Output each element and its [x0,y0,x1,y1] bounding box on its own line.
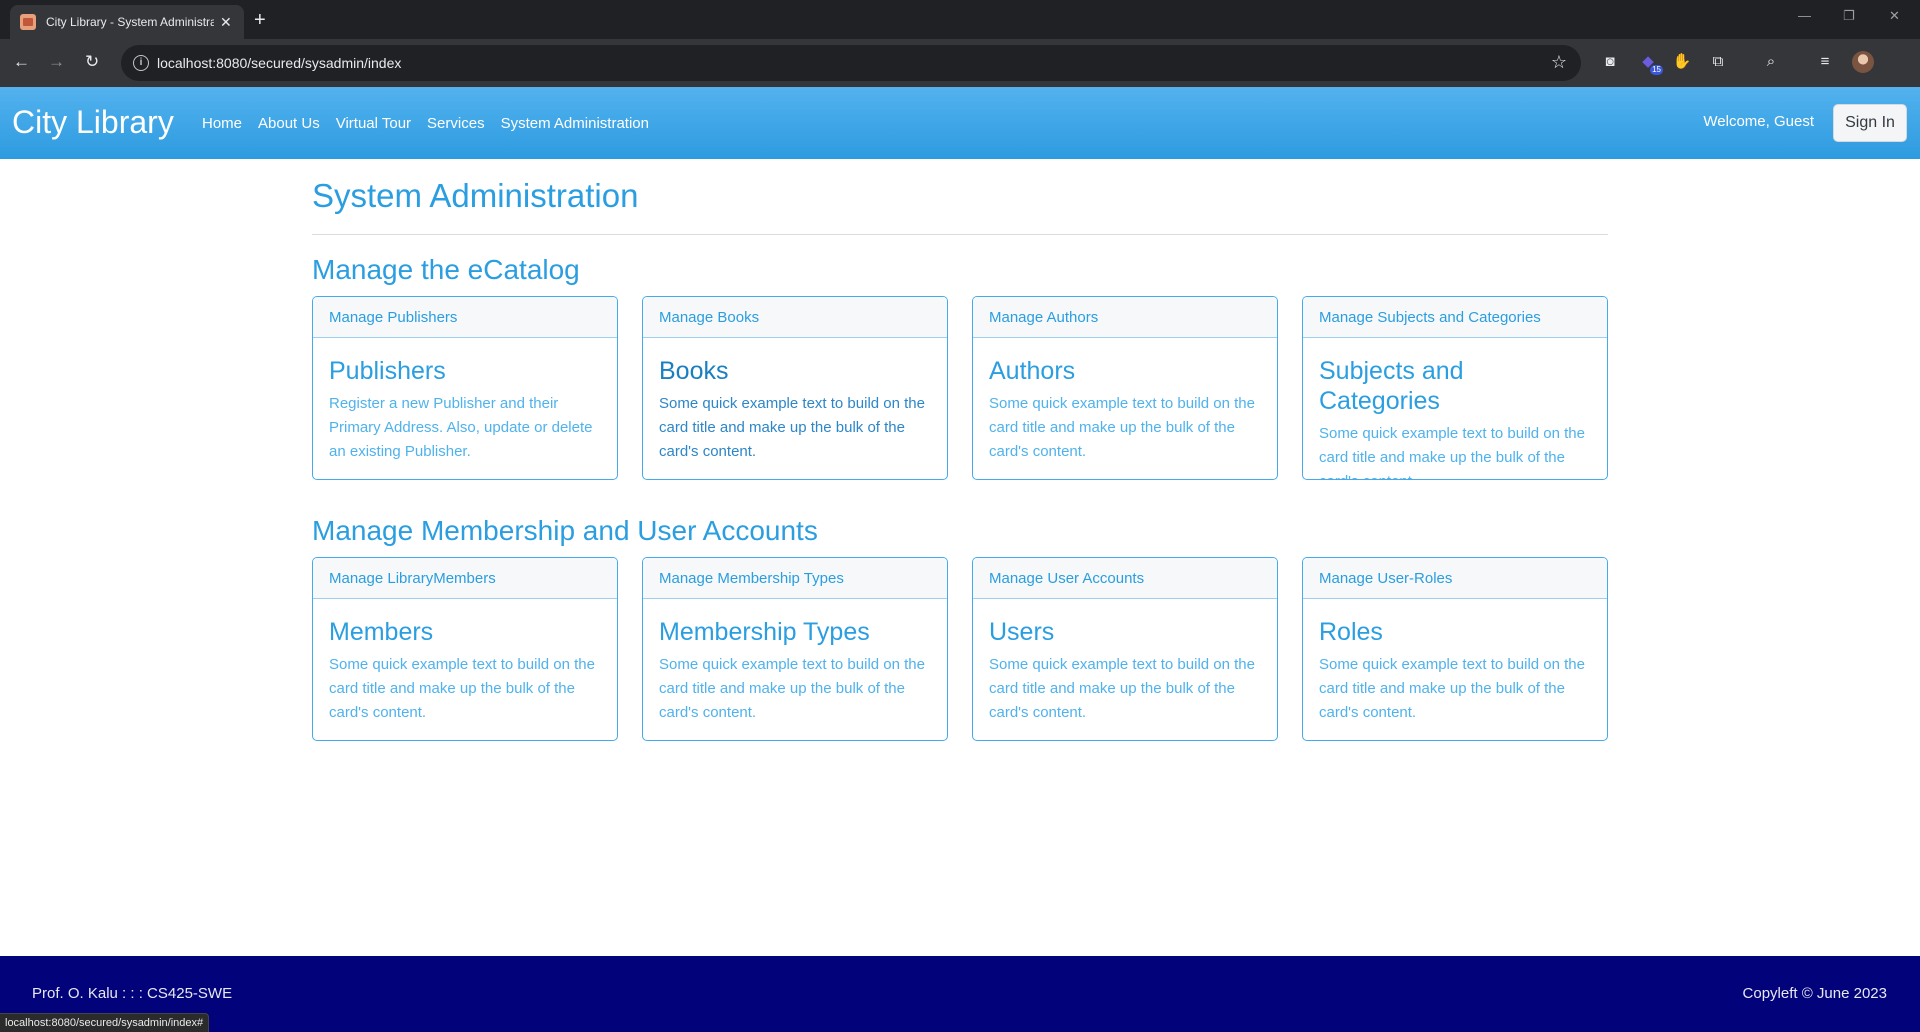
nav-system-administration[interactable]: System Administration [501,114,649,134]
card-title[interactable]: Users [989,617,1261,647]
card-text: Some quick example text to build on the … [659,395,925,460]
card-text: Some quick example text to build on the … [329,656,595,721]
card-members[interactable]: Manage LibraryMembers Members Some quick… [312,557,618,741]
card-title[interactable]: Roles [1319,617,1591,647]
screenshot-extension-icon[interactable]: ◙ [1599,51,1621,73]
browser-toolbar: ← → ↻ i localhost:8080/secured/sysadmin/… [0,39,1920,87]
welcome-text: Welcome, Guest [1703,113,1814,130]
nav-virtual-tour[interactable]: Virtual Tour [336,114,411,134]
browser-tab[interactable]: City Library - System Administration ✕ [10,5,244,39]
page-footer: Prof. O. Kalu : : : CS425-SWE Copyleft ©… [0,956,1920,1032]
card-publishers[interactable]: Manage Publishers Publishers Register a … [312,296,618,480]
main-content: System Administration Manage the eCatalo… [312,159,1608,741]
card-header[interactable]: Manage Authors [973,297,1277,338]
page-title: System Administration [312,177,639,214]
restore-icon[interactable]: ❐ [1843,8,1855,24]
brand-link[interactable]: City Library [12,100,174,144]
nav-services[interactable]: Services [427,114,485,134]
reading-list-icon[interactable]: ≡ [1814,51,1836,73]
section-title-ecatalog: Manage the eCatalog [312,254,580,285]
card-header[interactable]: Manage User-Roles [1303,558,1607,599]
card-body: Members Some quick example text to build… [313,599,617,725]
app-navbar: City Library Home About Us Virtual Tour … [0,87,1920,159]
card-text: Register a new Publisher and their Prima… [329,395,593,460]
badge-extension-icon[interactable]: ◆ 15 [1637,51,1663,75]
extensions-puzzle-icon[interactable]: ⧉ [1707,51,1729,73]
card-subjects-categories[interactable]: Manage Subjects and Categories Subjects … [1302,296,1608,480]
card-users[interactable]: Manage User Accounts Users Some quick ex… [972,557,1278,741]
card-header[interactable]: Manage LibraryMembers [313,558,617,599]
nav-home[interactable]: Home [202,114,242,134]
card-header[interactable]: Manage Subjects and Categories [1303,297,1607,338]
link-status-bar: localhost:8080/secured/sysadmin/index# [0,1013,210,1032]
tab-title: City Library - System Administration [46,15,214,29]
card-title[interactable]: Membership Types [659,617,931,647]
card-title[interactable]: Subjects and Categories [1319,356,1591,416]
card-text: Some quick example text to build on the … [659,656,925,721]
profile-avatar[interactable] [1852,51,1874,73]
card-text: Some quick example text to build on the … [1319,656,1585,721]
card-body: Books Some quick example text to build o… [643,338,947,464]
card-title[interactable]: Authors [989,356,1261,386]
back-arrow-icon[interactable]: ← [13,52,30,72]
card-body: Membership Types Some quick example text… [643,599,947,725]
card-body: Users Some quick example text to build o… [973,599,1277,725]
card-title[interactable]: Books [659,356,931,386]
tab-close-icon[interactable]: ✕ [220,14,232,31]
card-text: Some quick example text to build on the … [989,656,1255,721]
address-url[interactable]: localhost:8080/secured/sysadmin/index [157,55,401,71]
browser-tabstrip: City Library - System Administration ✕ +… [0,0,1920,39]
card-authors[interactable]: Manage Authors Authors Some quick exampl… [972,296,1278,480]
card-header[interactable]: Manage Publishers [313,297,617,338]
card-body: Publishers Register a new Publisher and … [313,338,617,464]
card-membership-types[interactable]: Manage Membership Types Membership Types… [642,557,948,741]
nav-about-us[interactable]: About Us [258,114,320,134]
window-close-icon[interactable]: ✕ [1889,8,1900,24]
card-body: Authors Some quick example text to build… [973,338,1277,464]
tab-search-icon[interactable]: ⌕ [1760,51,1782,73]
bookmark-star-icon[interactable]: ☆ [1551,52,1567,73]
card-text: Some quick example text to build on the … [1319,425,1585,479]
nav-links: Home About Us Virtual Tour Services Syst… [202,114,665,134]
section-title-membership: Manage Membership and User Accounts [312,515,818,546]
card-header[interactable]: Manage Membership Types [643,558,947,599]
footer-copyleft: Copyleft © June 2023 [1742,985,1887,1002]
new-tab-button[interactable]: + [254,9,266,31]
card-header[interactable]: Manage User Accounts [973,558,1277,599]
footer-author: Prof. O. Kalu : : : CS425-SWE [32,985,233,1002]
card-books[interactable]: Manage Books Books Some quick example te… [642,296,948,480]
extension-badge-count: 15 [1650,65,1663,75]
address-bar[interactable]: i localhost:8080/secured/sysadmin/index … [121,45,1581,81]
card-body: Roles Some quick example text to build o… [1303,599,1607,725]
ecatalog-card-row: Manage Publishers Publishers Register a … [312,296,1608,480]
minimize-icon[interactable]: — [1798,8,1811,23]
card-title[interactable]: Members [329,617,601,647]
card-text: Some quick example text to build on the … [989,395,1255,460]
title-divider [312,234,1608,235]
library-favicon-icon [20,14,36,30]
reload-icon[interactable]: ↻ [85,52,99,72]
site-info-icon[interactable]: i [133,55,149,71]
sign-in-button[interactable]: Sign In [1833,104,1907,142]
forward-arrow-icon[interactable]: → [48,52,65,72]
card-header[interactable]: Manage Books [643,297,947,338]
red-extension-icon[interactable]: ✋ [1671,51,1693,73]
membership-card-row: Manage LibraryMembers Members Some quick… [312,557,1608,741]
card-roles[interactable]: Manage User-Roles Roles Some quick examp… [1302,557,1608,741]
card-body: Subjects and Categories Some quick examp… [1303,338,1607,479]
card-title[interactable]: Publishers [329,356,601,386]
